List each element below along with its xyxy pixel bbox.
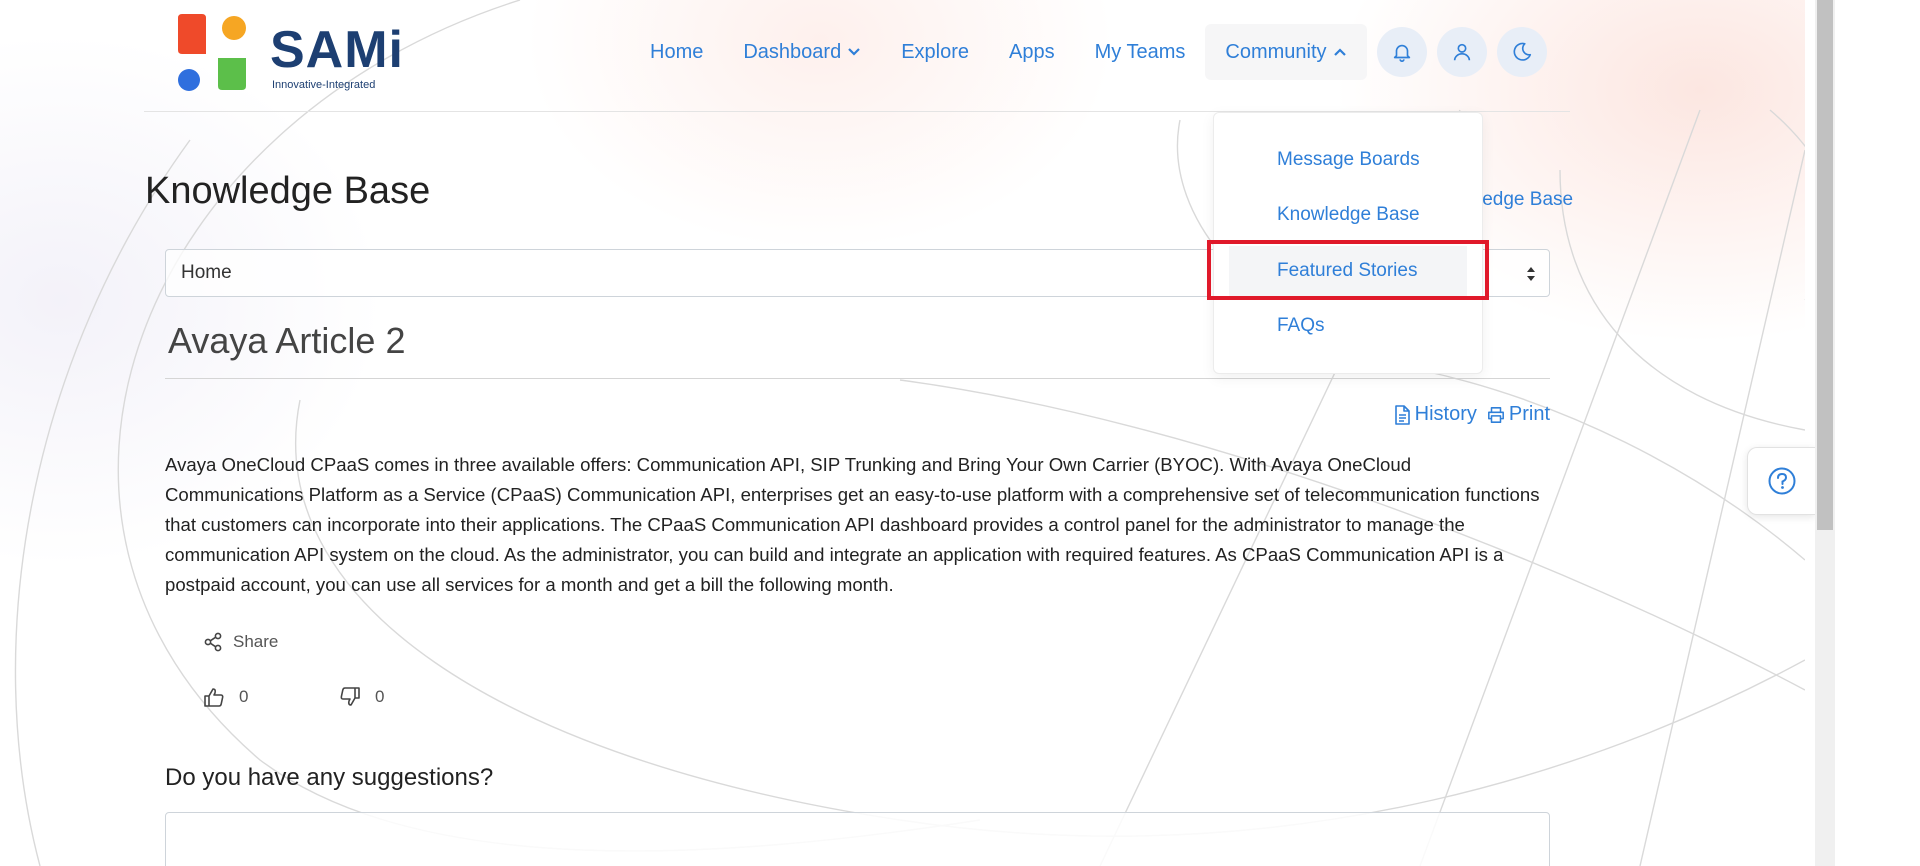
breadcrumb-knowledge-base[interactable]: ledge Base xyxy=(1478,189,1573,211)
suggestions-textarea[interactable] xyxy=(165,812,1550,866)
article-title: Avaya Article 2 xyxy=(168,320,406,361)
question-circle-icon xyxy=(1768,467,1795,495)
document-icon xyxy=(1394,404,1410,425)
nav-dashboard[interactable]: Dashboard xyxy=(723,24,881,80)
chevron-up-icon xyxy=(1333,48,1346,56)
help-button[interactable] xyxy=(1747,447,1815,515)
sami-logo[interactable]: SAMi Innovative-Integrated xyxy=(176,12,406,94)
nav-apps-label: Apps xyxy=(1009,40,1055,63)
nav-dashboard-label: Dashboard xyxy=(743,40,842,63)
print-label: Print xyxy=(1508,403,1550,425)
menu-item-label: Message Boards xyxy=(1277,149,1420,170)
menu-item-knowledge-base[interactable]: Knowledge Base xyxy=(1229,190,1467,240)
share-button[interactable]: Share xyxy=(203,632,278,652)
select-arrows-icon xyxy=(1527,267,1535,281)
history-link[interactable]: History xyxy=(1393,403,1477,426)
logo-mark-icon xyxy=(178,14,246,91)
page-title: Knowledge Base xyxy=(145,170,431,212)
scrollbar-thumb[interactable] xyxy=(1817,0,1833,530)
menu-item-label: FAQs xyxy=(1277,315,1325,336)
right-gutter xyxy=(1835,0,1920,866)
article-tools: History Print xyxy=(1383,403,1550,426)
chevron-down-icon xyxy=(848,48,860,56)
like-count: 0 xyxy=(239,687,249,706)
nav-home-label: Home xyxy=(650,40,704,63)
profile-button[interactable] xyxy=(1436,27,1487,77)
menu-item-featured-stories[interactable]: Featured Stories xyxy=(1229,246,1467,296)
menu-item-message-boards[interactable]: Message Boards xyxy=(1229,135,1467,185)
page-scrollbar[interactable] xyxy=(1815,0,1835,866)
like-button[interactable]: 0 xyxy=(203,686,248,708)
share-label: Share xyxy=(233,632,279,651)
nav-explore[interactable]: Explore xyxy=(881,24,989,80)
article-body: Avaya OneCloud CPaaS comes in three avai… xyxy=(165,454,1540,595)
main-nav: Home Dashboard Explore Apps My Teams Com… xyxy=(630,24,1547,80)
nav-home[interactable]: Home xyxy=(630,24,723,80)
user-icon xyxy=(1453,43,1470,61)
notifications-button[interactable] xyxy=(1376,27,1427,77)
nav-community[interactable]: Community xyxy=(1205,24,1367,80)
dislike-button[interactable]: 0 xyxy=(339,686,384,708)
theme-toggle-button[interactable] xyxy=(1496,27,1547,77)
menu-item-faqs[interactable]: FAQs xyxy=(1229,301,1467,351)
history-label: History xyxy=(1414,403,1477,425)
menu-item-label: Featured Stories xyxy=(1277,260,1418,281)
print-link[interactable]: Print xyxy=(1487,403,1550,426)
nav-apps[interactable]: Apps xyxy=(989,24,1075,80)
page: SAMi Innovative-Integrated Home Dashboar… xyxy=(0,0,1815,866)
menu-item-label: Knowledge Base xyxy=(1277,204,1420,225)
community-dropdown-menu: Message Boards Knowledge Base Featured S… xyxy=(1213,112,1483,374)
dislike-count: 0 xyxy=(375,687,385,706)
thumbs-down-icon xyxy=(340,687,360,706)
nav-my-teams[interactable]: My Teams xyxy=(1075,24,1206,80)
moon-icon xyxy=(1513,42,1531,61)
nav-my-teams-label: My Teams xyxy=(1094,40,1186,63)
thumbs-up-icon xyxy=(204,688,224,707)
share-icon xyxy=(204,632,222,652)
brand-tagline: Innovative-Integrated xyxy=(272,79,376,91)
suggestions-title: Do you have any suggestions? xyxy=(165,764,494,791)
printer-icon xyxy=(1487,406,1504,423)
category-select-value: Home xyxy=(181,262,232,283)
nav-explore-label: Explore xyxy=(901,40,970,63)
brand-name: SAMi xyxy=(270,21,404,79)
nav-community-label: Community xyxy=(1225,40,1327,63)
article-divider xyxy=(165,378,1550,379)
bell-icon xyxy=(1393,44,1410,62)
